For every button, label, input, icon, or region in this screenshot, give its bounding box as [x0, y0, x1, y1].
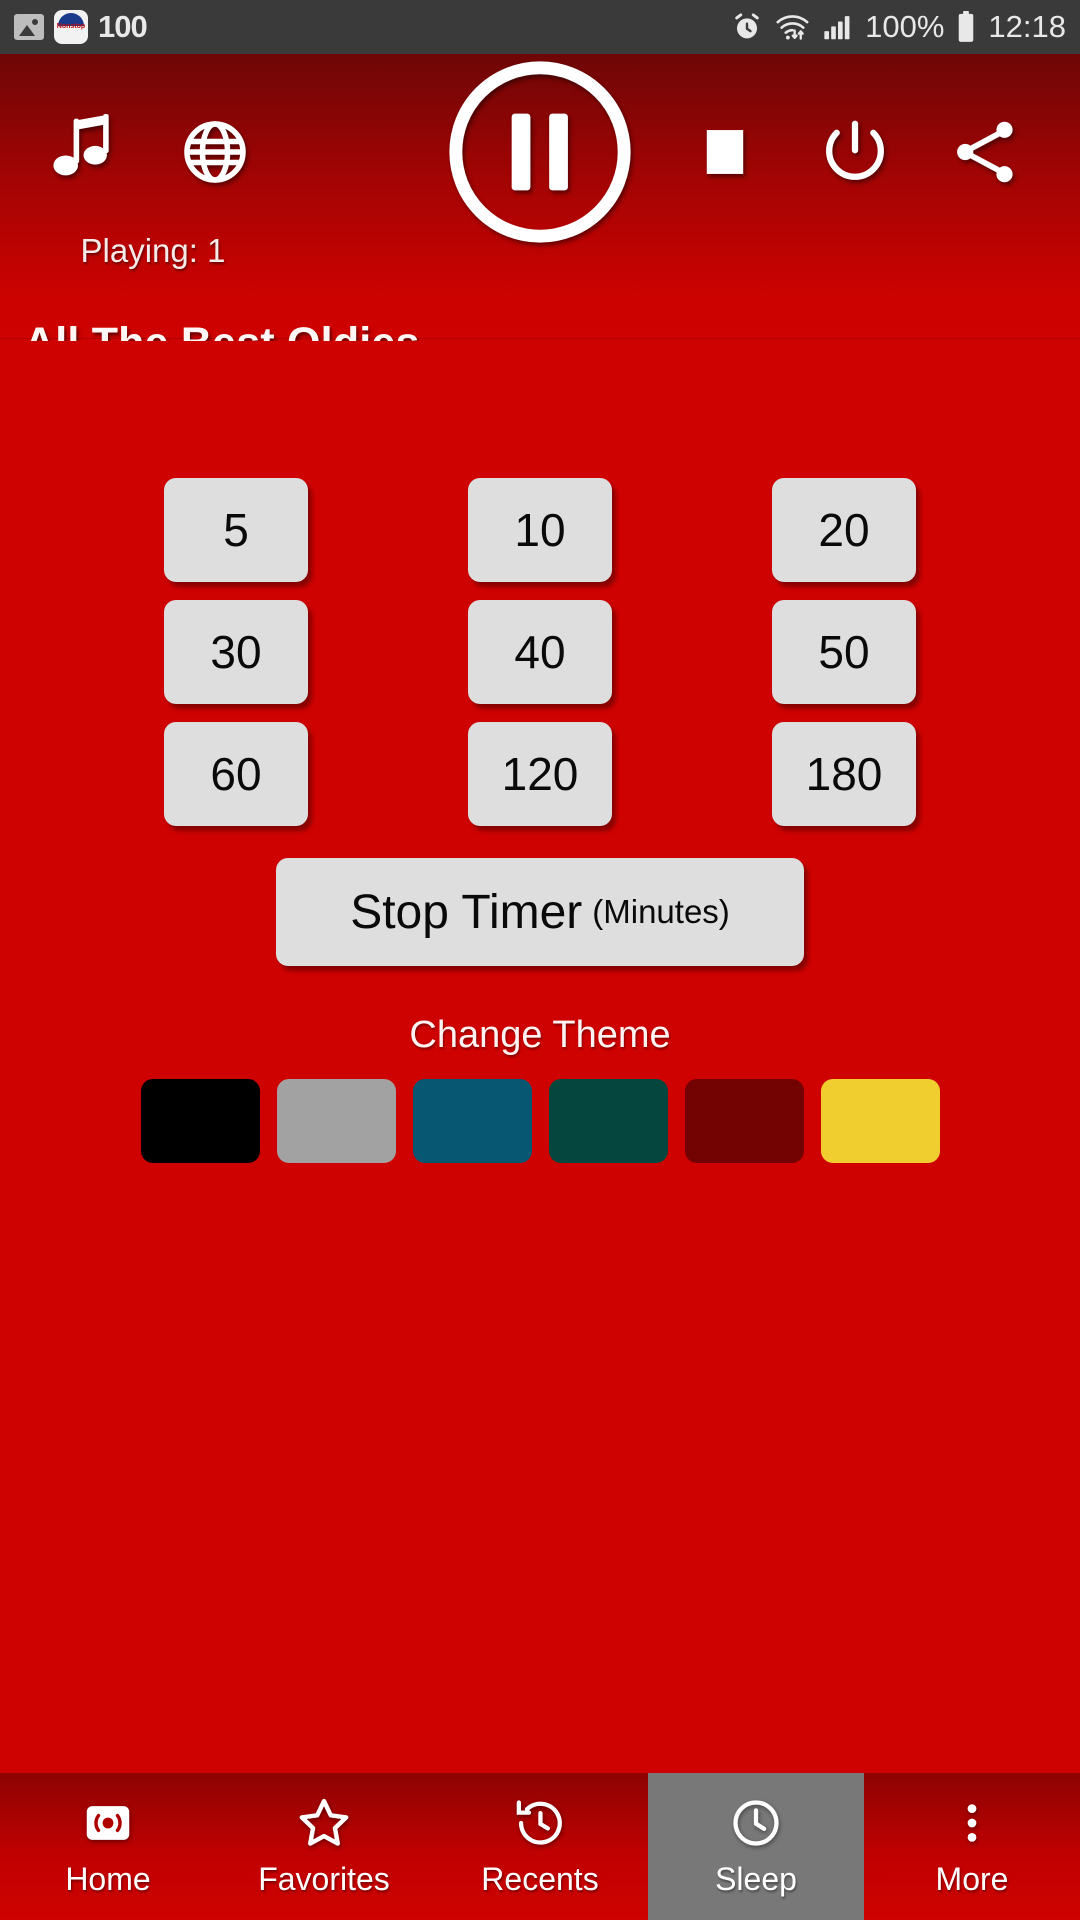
app-screen: Nonstop 100 100% 12:18 Playing: 1 5 10 2… — [0, 0, 1080, 1920]
player-header: Playing: 1 All The Best Oldies — [0, 54, 1080, 367]
nav-label-home: Home — [65, 1861, 151, 1897]
nav-label-more: More — [935, 1861, 1009, 1897]
globe-button[interactable] — [160, 54, 270, 254]
radio-broadcast-icon — [82, 1795, 134, 1851]
clock-time-label: 12:18 — [988, 9, 1066, 44]
theme-swatch-green[interactable] — [548, 1079, 668, 1163]
nav-label-sleep: Sleep — [715, 1861, 797, 1897]
playing-status-label: Playing: 1 — [80, 232, 226, 269]
nav-item-sleep[interactable]: Sleep — [648, 1773, 864, 1920]
nav-label-favorites: Favorites — [258, 1861, 390, 1897]
change-theme-label: Change Theme — [409, 1014, 671, 1056]
nav-item-home[interactable]: Home — [0, 1773, 216, 1920]
power-icon — [819, 116, 891, 193]
timer-button-20[interactable]: 20 — [772, 478, 916, 582]
status-bar-right: 100% 12:18 — [731, 9, 1066, 45]
theme-swatch-maroon[interactable] — [684, 1079, 804, 1163]
stop-timer-row: Stop Timer (Minutes) — [0, 858, 1080, 966]
battery-full-icon — [956, 11, 976, 43]
notification-count: 100 — [98, 9, 148, 44]
music-note-button[interactable] — [30, 54, 140, 254]
stop-timer-units: (Minutes) — [592, 893, 730, 930]
theme-swatch-teal[interactable] — [412, 1079, 532, 1163]
status-bar: Nonstop 100 100% 12:18 — [0, 0, 1080, 54]
timer-button-60[interactable]: 60 — [164, 722, 308, 826]
nav-item-more[interactable]: More — [864, 1773, 1080, 1920]
battery-percent-label: 100% — [865, 9, 945, 44]
globe-icon — [180, 117, 250, 192]
alarm-clock-icon — [731, 11, 763, 43]
power-button[interactable] — [800, 54, 910, 254]
bottom-navigation: Home Favorites Recents Sleep More — [0, 1773, 1080, 1920]
timer-button-40[interactable]: 40 — [468, 600, 612, 704]
timer-button-50[interactable]: 50 — [772, 600, 916, 704]
nav-item-favorites[interactable]: Favorites — [216, 1773, 432, 1920]
clock-icon — [729, 1795, 783, 1851]
sleep-timer-panel: 5 10 20 30 40 50 60 120 180 Stop Timer (… — [0, 341, 1080, 1773]
timer-button-grid: 5 10 20 30 40 50 60 120 180 — [0, 478, 1080, 826]
pause-button[interactable] — [425, 54, 655, 254]
timer-button-10[interactable]: 10 — [468, 478, 612, 582]
status-bar-left: Nonstop 100 — [14, 9, 148, 45]
theme-swatch-row — [0, 1079, 1080, 1163]
theme-swatch-yellow[interactable] — [820, 1079, 940, 1163]
cell-signal-icon — [823, 13, 853, 41]
history-clock-icon — [513, 1795, 567, 1851]
nonstop-music-app-icon: Nonstop — [54, 10, 88, 44]
stop-timer-button[interactable]: Stop Timer (Minutes) — [276, 858, 804, 966]
photo-icon — [14, 14, 44, 40]
theme-swatch-gray[interactable] — [276, 1079, 396, 1163]
pause-circle-icon — [440, 52, 640, 257]
share-button[interactable] — [930, 54, 1040, 254]
timer-button-120[interactable]: 120 — [468, 722, 612, 826]
stop-timer-label: Stop Timer — [350, 885, 583, 939]
timer-button-30[interactable]: 30 — [164, 600, 308, 704]
music-note-icon — [49, 113, 121, 195]
nav-label-recents: Recents — [481, 1861, 599, 1897]
theme-swatch-black[interactable] — [140, 1079, 260, 1163]
star-icon — [296, 1795, 352, 1851]
share-icon — [949, 116, 1021, 193]
wifi-transfer-icon — [775, 11, 811, 43]
timer-button-5[interactable]: 5 — [164, 478, 308, 582]
stop-square-icon — [697, 124, 753, 185]
timer-button-180[interactable]: 180 — [772, 722, 916, 826]
more-vertical-icon — [947, 1795, 997, 1851]
app-icon-label-top: Nonstop — [56, 23, 86, 31]
stop-button[interactable] — [670, 54, 780, 254]
nav-item-recents[interactable]: Recents — [432, 1773, 648, 1920]
